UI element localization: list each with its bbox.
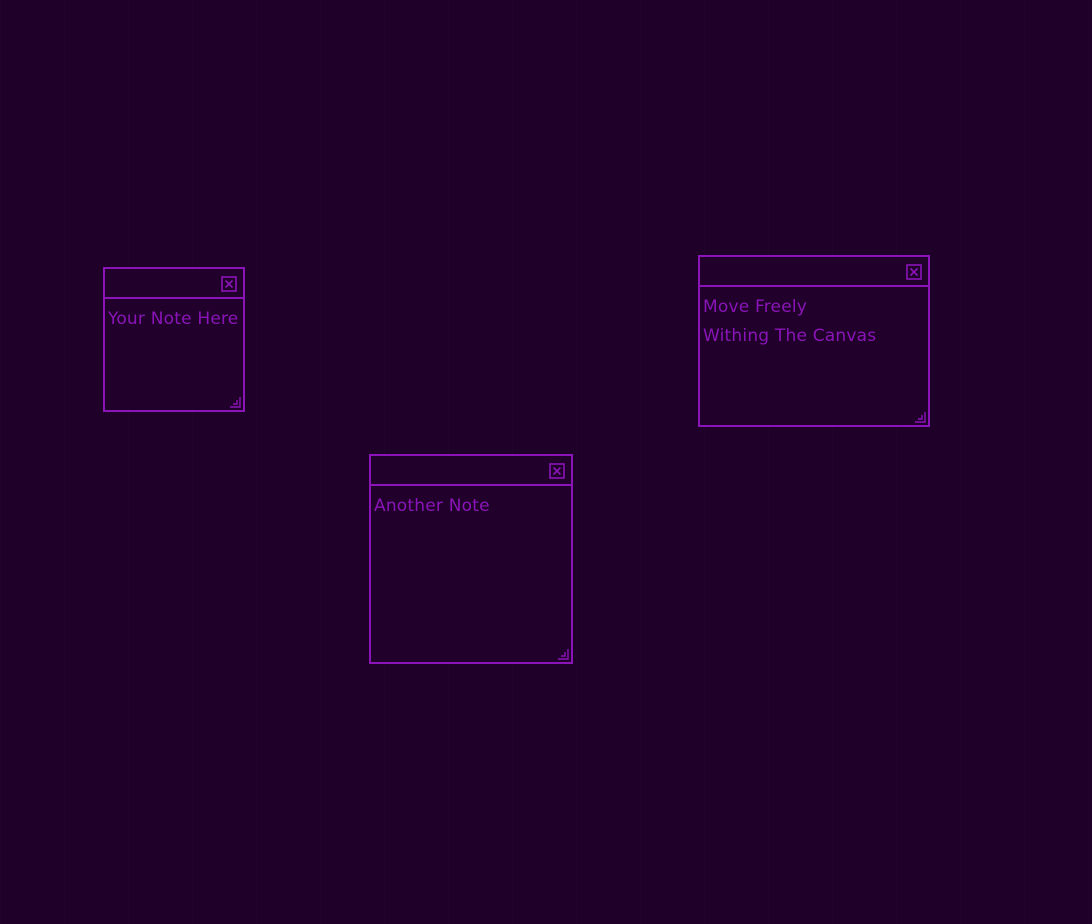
close-note-button[interactable]: [549, 463, 565, 479]
note-resize-handle[interactable]: [229, 396, 241, 408]
notes-canvas[interactable]: Your Note Here Another Note Move Freely …: [0, 0, 1092, 924]
note-text-area[interactable]: Move Freely Withing The Canvas: [700, 287, 928, 351]
resize-grip-icon: [558, 649, 569, 660]
sticky-note[interactable]: Your Note Here: [103, 267, 245, 412]
note-text-line: Move Freely: [703, 297, 808, 317]
note-drag-header[interactable]: [700, 257, 928, 287]
note-text-line: Your Note Here: [108, 309, 239, 329]
close-box-icon: [221, 276, 237, 292]
note-text-line: Another Note: [374, 496, 490, 516]
note-resize-handle[interactable]: [914, 411, 926, 423]
close-note-button[interactable]: [221, 276, 237, 292]
sticky-note[interactable]: Another Note: [369, 454, 573, 664]
close-note-button[interactable]: [906, 264, 922, 280]
resize-grip-icon: [915, 412, 926, 423]
note-text-area[interactable]: Another Note: [371, 486, 571, 521]
close-box-icon: [906, 264, 922, 280]
note-drag-header[interactable]: [371, 456, 571, 486]
note-drag-header[interactable]: [105, 269, 243, 299]
sticky-note[interactable]: Move Freely Withing The Canvas: [698, 255, 930, 427]
note-text-line: Withing The Canvas: [703, 326, 877, 346]
close-box-icon: [549, 463, 565, 479]
note-resize-handle[interactable]: [557, 648, 569, 660]
resize-grip-icon: [230, 397, 241, 408]
note-text-area[interactable]: Your Note Here: [105, 299, 243, 334]
